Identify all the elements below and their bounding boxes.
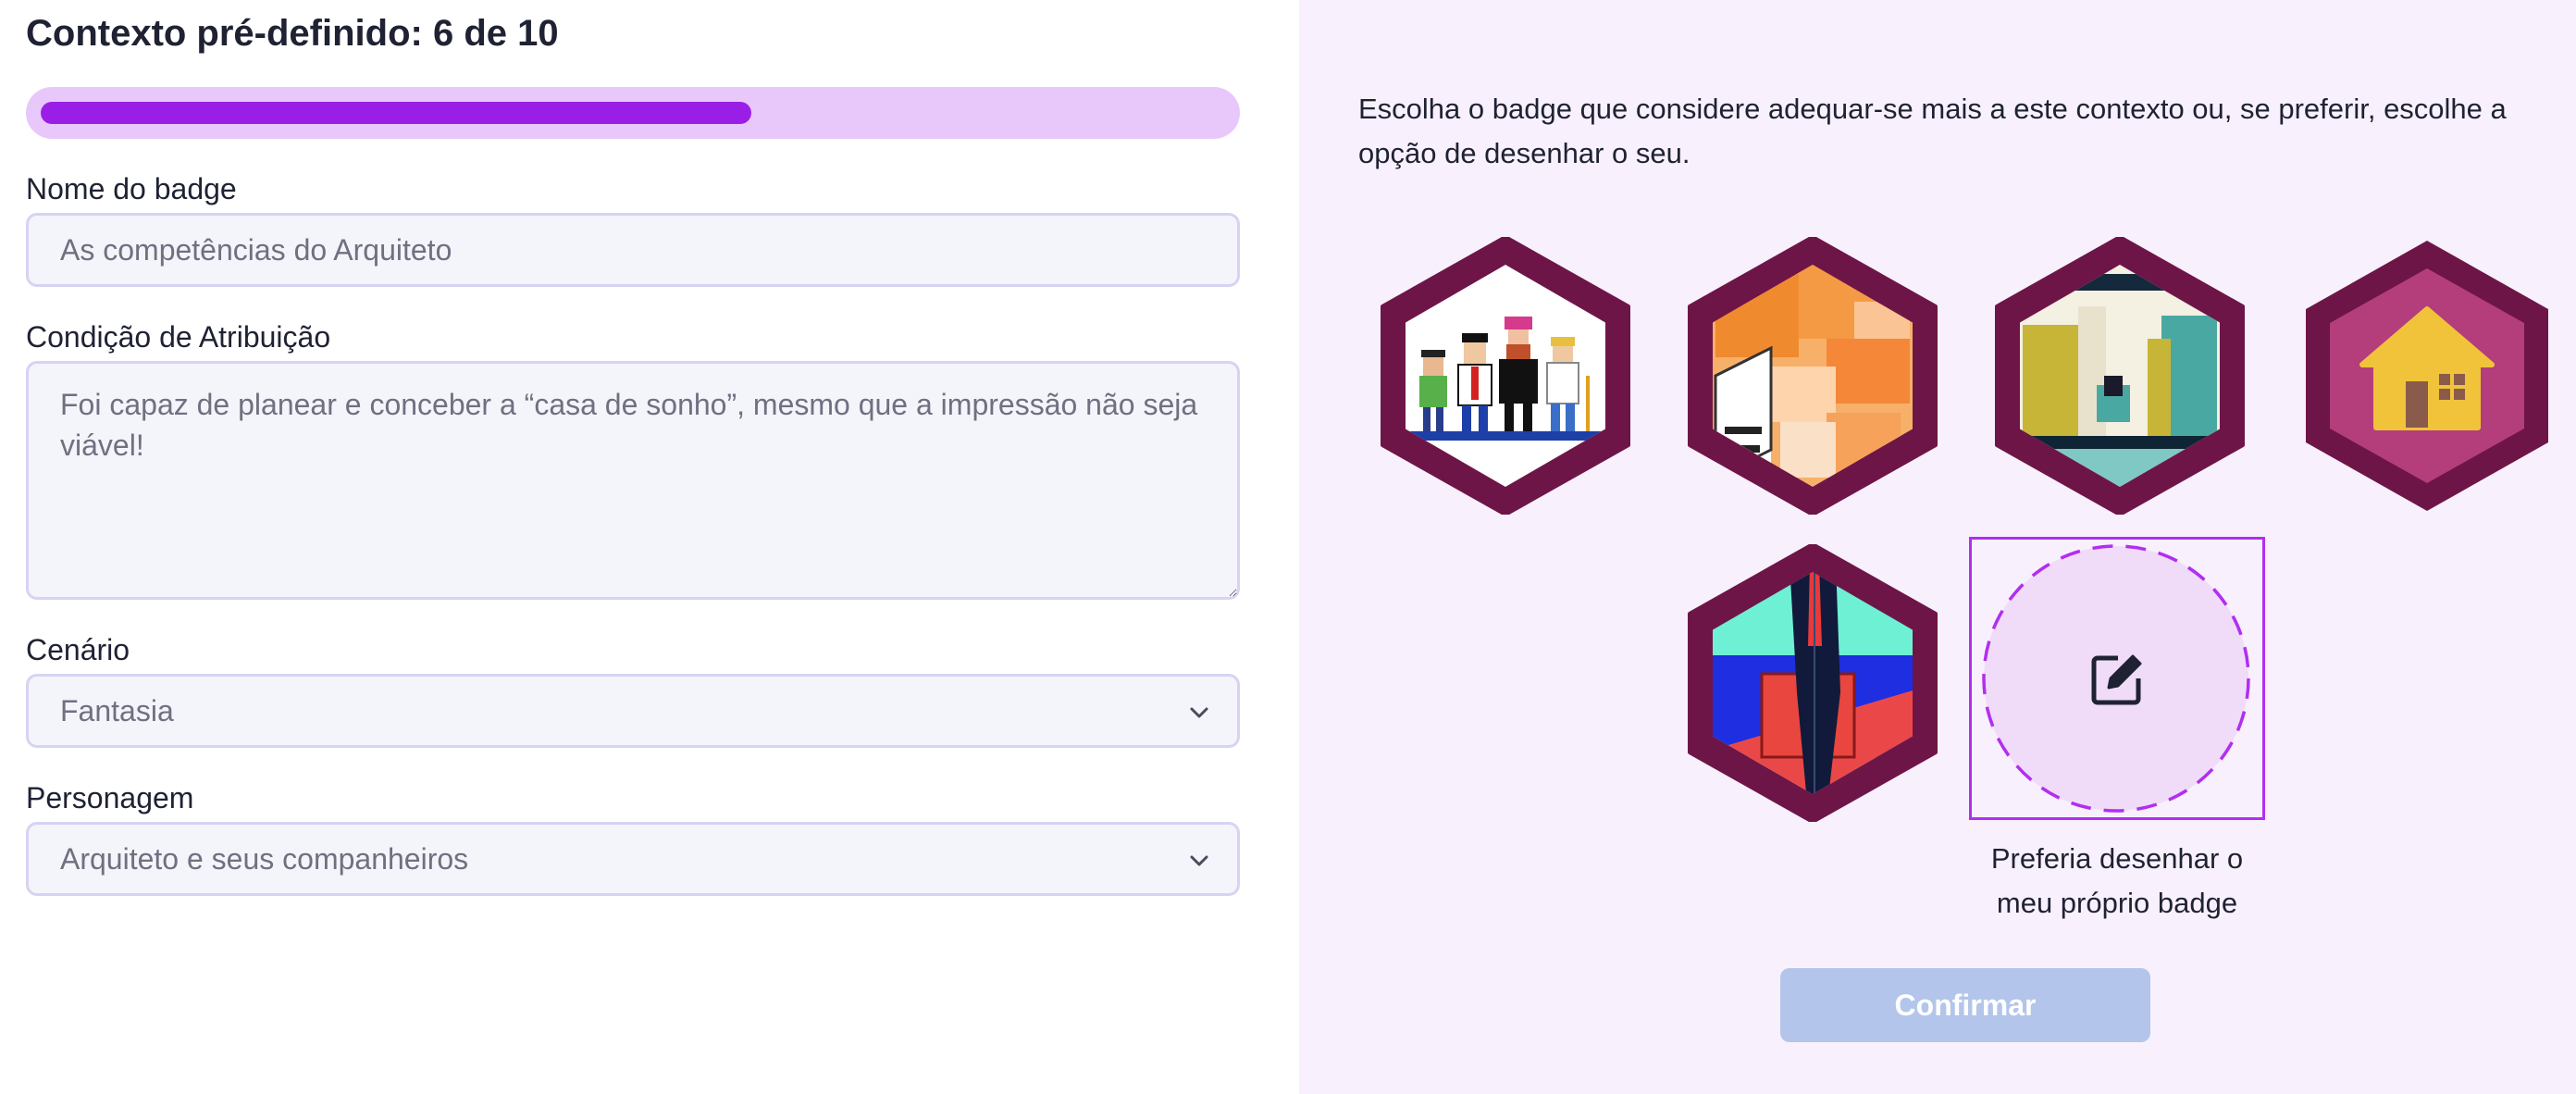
badge-option-pixel-characters[interactable]: [1381, 237, 1630, 515]
page-title: Contexto pré-definido: 6 de 10: [26, 13, 559, 54]
badge-form-panel: Contexto pré-definido: 6 de 10 Nome do b…: [0, 0, 1299, 1094]
shopping-street-badge-icon: [1995, 237, 2245, 515]
chevron-down-icon: [1190, 855, 1208, 866]
badge-instructions: Escolha o badge que considere adequar-se…: [1358, 93, 2507, 169]
progress-bar-fill: [41, 102, 751, 124]
scenario-select-value: Fantasia: [60, 693, 174, 727]
draw-own-badge-label: Preferia desenhar o meu próprio badge: [1990, 842, 2244, 919]
orange-cubes-badge-icon: [1688, 237, 1938, 515]
businessman-badge-icon: [1688, 544, 1938, 822]
draw-own-badge-option[interactable]: [1969, 537, 2265, 820]
condition-textarea[interactable]: [26, 361, 1240, 600]
badge-selection-panel: Escolha o badge que considere adequar-se…: [1299, 0, 2576, 1094]
scenario-select[interactable]: Fantasia: [26, 674, 1240, 748]
badge-name-input[interactable]: [26, 213, 1240, 287]
badge-name-label: Nome do badge: [26, 172, 237, 205]
badge-option-yellow-house[interactable]: [2302, 237, 2552, 515]
pixel-characters-badge-icon: [1381, 237, 1630, 515]
scenario-label: Cenário: [26, 633, 130, 666]
confirm-button[interactable]: Confirmar: [1780, 968, 2150, 1042]
progress-bar: [26, 87, 1240, 139]
badge-option-businessman-briefcase[interactable]: [1688, 544, 1938, 822]
character-select[interactable]: Arquiteto e seus companheiros: [26, 822, 1240, 896]
badge-option-shopping-street[interactable]: [1995, 237, 2245, 515]
character-label: Personagem: [26, 781, 194, 814]
yellow-house-badge-icon: [2306, 241, 2548, 511]
chevron-down-icon: [1190, 707, 1208, 718]
draw-own-badge-circle: [1982, 544, 2250, 813]
character-select-value: Arquiteto e seus companheiros: [60, 841, 469, 876]
condition-label: Condição de Atribuição: [26, 320, 331, 354]
badge-option-orange-cubes[interactable]: [1688, 237, 1938, 515]
